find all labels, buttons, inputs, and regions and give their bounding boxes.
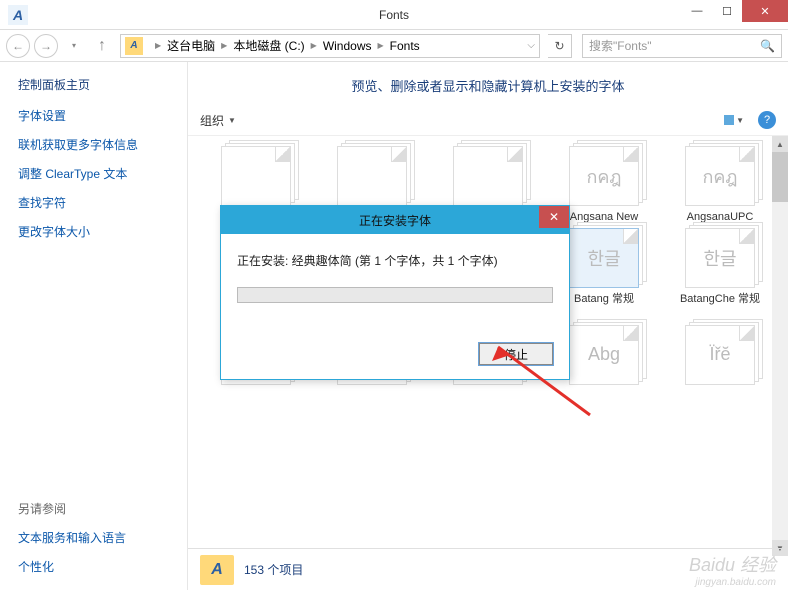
breadcrumb-segment[interactable]: Windows — [323, 39, 372, 53]
close-button[interactable]: ✕ — [742, 0, 788, 22]
minimize-button[interactable]: — — [682, 0, 712, 22]
watermark: Baidu 经验 jingyan.baidu.com — [689, 551, 776, 588]
breadcrumb-segment[interactable]: 本地磁盘 (C:) — [233, 37, 304, 54]
font-thumb: กคฎ — [685, 146, 755, 206]
sidebar-link-font-settings[interactable]: 字体设置 — [18, 107, 169, 124]
forward-button[interactable]: → — [34, 34, 58, 58]
font-thumb — [453, 146, 523, 206]
chevron-down-icon: ▼ — [736, 116, 744, 125]
folder-icon: A — [125, 37, 143, 55]
font-label: Batang 常规 — [574, 292, 634, 306]
font-item[interactable]: 한글 BatangChe 常规 — [666, 228, 774, 321]
chevron-right-icon: ▶ — [311, 41, 317, 50]
sidebar-link-cleartype[interactable]: 调整 ClearType 文本 — [18, 165, 169, 182]
font-thumb: 한글 — [569, 228, 639, 288]
sidebar-link-find-char[interactable]: 查找字符 — [18, 194, 169, 211]
breadcrumb-segment[interactable]: Fonts — [390, 39, 420, 53]
folder-status-icon: A — [200, 555, 234, 585]
search-icon: 🔍 — [760, 39, 775, 53]
dialog-close-button[interactable]: ✕ — [539, 206, 569, 228]
toolbar: 组织 ▼ ▼ ? — [188, 105, 788, 136]
chevron-down-icon: ▼ — [228, 116, 236, 125]
scrollbar-thumb[interactable] — [772, 152, 788, 202]
sidebar-header: 控制面板主页 — [18, 76, 169, 93]
chevron-right-icon: ▶ — [155, 41, 161, 50]
font-thumb: กคฎ — [569, 146, 639, 206]
install-font-dialog: 正在安装字体 ✕ 正在安装: 经典趣体简 (第 1 个字体，共 1 个字体) 停… — [220, 205, 570, 380]
font-label: Angsana New — [570, 210, 639, 224]
chevron-right-icon: ▶ — [221, 41, 227, 50]
font-thumb: Abg — [569, 325, 639, 385]
maximize-button[interactable]: ☐ — [712, 0, 742, 22]
progress-bar — [237, 287, 553, 303]
dialog-titlebar[interactable]: 正在安装字体 ✕ — [221, 206, 569, 234]
sidebar-link-font-size[interactable]: 更改字体大小 — [18, 223, 169, 240]
stop-button[interactable]: 停止 — [479, 343, 553, 365]
breadcrumb-dropdown[interactable]: ⌵ — [527, 40, 535, 51]
page-title: 预览、删除或者显示和隐藏计算机上安装的字体 — [188, 62, 788, 105]
font-thumb — [337, 146, 407, 206]
history-dropdown[interactable]: ▾ — [62, 34, 86, 58]
back-button[interactable]: ← — [6, 34, 30, 58]
help-button[interactable]: ? — [758, 111, 776, 129]
chevron-right-icon: ▶ — [378, 41, 384, 50]
font-thumb: 한글 — [685, 228, 755, 288]
breadcrumb-segment[interactable]: 这台电脑 — [167, 37, 215, 54]
sidebar-link-online-fonts[interactable]: 联机获取更多字体信息 — [18, 136, 169, 153]
up-button[interactable]: ↑ — [92, 36, 112, 56]
search-input[interactable]: 搜索"Fonts" 🔍 — [582, 34, 782, 58]
font-thumb — [221, 146, 291, 206]
font-label: BatangChe 常规 — [680, 292, 760, 306]
refresh-button[interactable]: ↻ — [548, 34, 572, 58]
organize-menu[interactable]: 组织 ▼ — [200, 112, 236, 129]
search-placeholder: 搜索"Fonts" — [589, 37, 760, 54]
window-title: Fonts — [379, 8, 409, 22]
font-label: AngsanaUPC — [687, 210, 754, 224]
window-titlebar: A Fonts — ☐ ✕ — [0, 0, 788, 30]
breadcrumb[interactable]: A ▶ 这台电脑 ▶ 本地磁盘 (C:) ▶ Windows ▶ Fonts ⌵ — [120, 34, 540, 58]
window-controls: — ☐ ✕ — [682, 0, 788, 22]
sidebar-link-text-services[interactable]: 文本服务和输入语言 — [18, 529, 169, 546]
vertical-scrollbar[interactable]: ▲ ▼ — [772, 136, 788, 556]
dialog-message: 正在安装: 经典趣体简 (第 1 个字体，共 1 个字体) — [237, 252, 553, 269]
item-count: 153 个项目 — [244, 561, 303, 578]
scroll-up-button[interactable]: ▲ — [772, 136, 788, 152]
sidebar: 控制面板主页 字体设置 联机获取更多字体信息 调整 ClearType 文本 查… — [0, 62, 187, 590]
font-thumb: Ïřĕ — [685, 325, 755, 385]
sidebar-also-header: 另请参阅 — [18, 500, 169, 517]
dialog-title: 正在安装字体 — [359, 212, 431, 229]
font-item[interactable]: กคฎ AngsanaUPC — [666, 146, 774, 224]
view-mode-button[interactable]: ▼ — [724, 115, 744, 125]
font-item[interactable]: Ïřĕ — [666, 325, 774, 389]
app-icon: A — [8, 5, 28, 25]
navigation-bar: ← → ▾ ↑ A ▶ 这台电脑 ▶ 本地磁盘 (C:) ▶ Windows ▶… — [0, 30, 788, 62]
sidebar-link-personalize[interactable]: 个性化 — [18, 558, 169, 575]
